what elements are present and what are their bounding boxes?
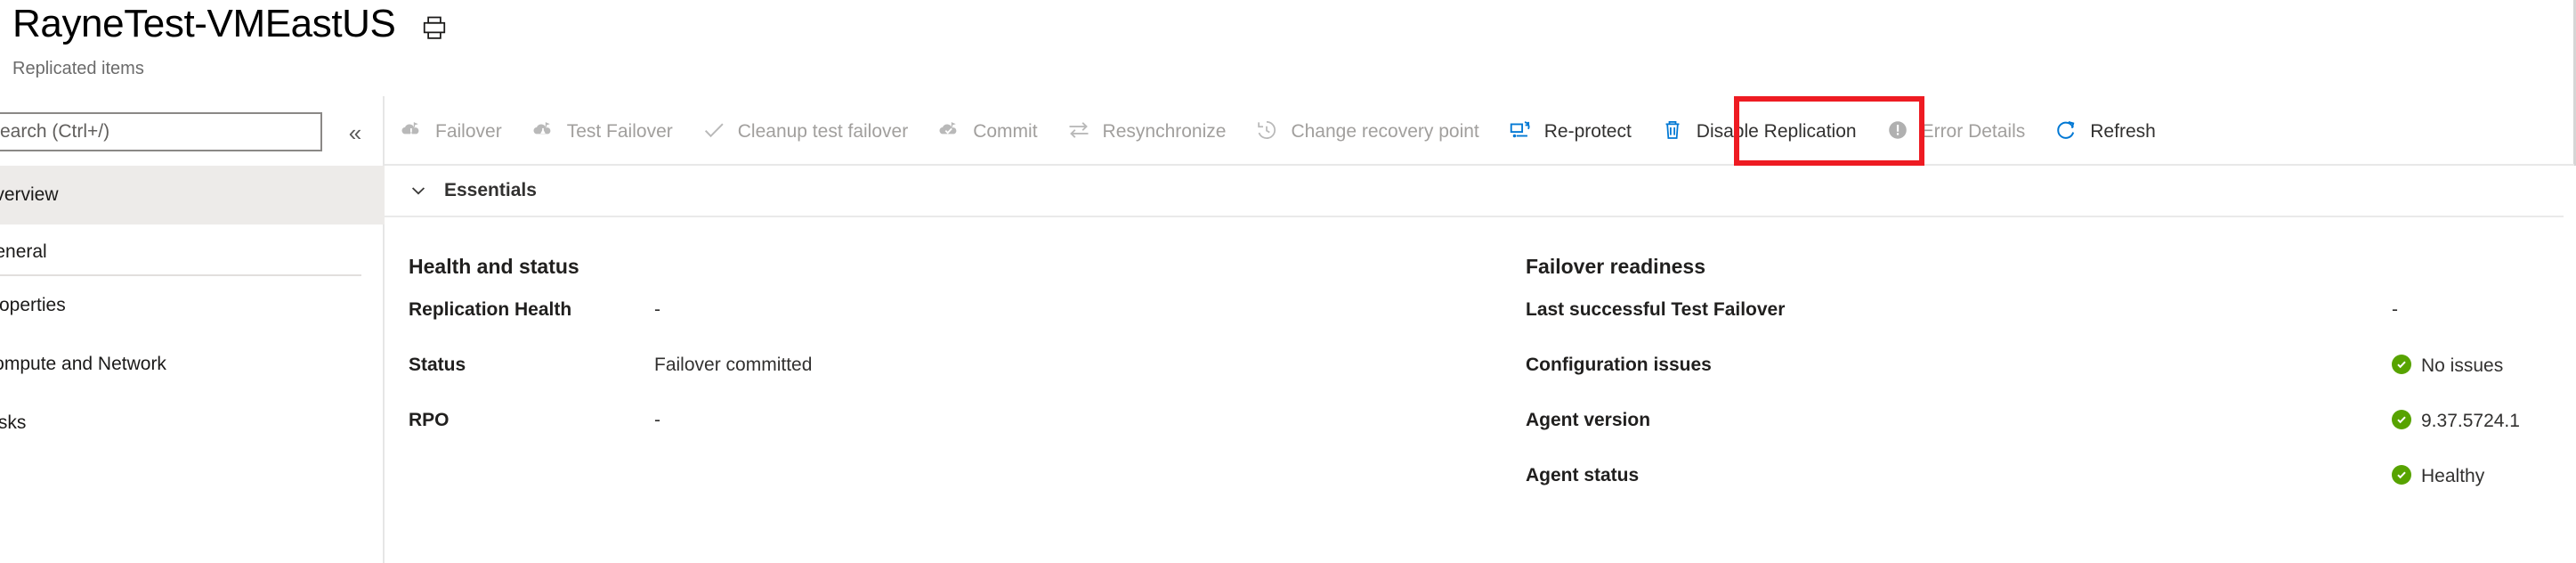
cleanup-test-failover-label: Cleanup test failover <box>737 120 909 142</box>
chevron-down-icon <box>407 179 430 202</box>
commit-icon <box>936 118 961 143</box>
trash-icon <box>1660 118 1685 143</box>
resynchronize-label: Resynchronize <box>1102 120 1227 142</box>
sidebar-item-overview[interactable]: Overview <box>0 166 385 224</box>
kv-value: - <box>2392 300 2398 319</box>
command-bar: Failover Test Failover Cleanup test fail… <box>385 96 2574 166</box>
kv-value-text: 9.37.5724.1 <box>2421 410 2520 431</box>
kv-row-last-successful-test-failover: Last successful Test Failover - <box>1502 300 2564 355</box>
sidebar-item-properties[interactable]: Properties <box>0 276 385 335</box>
commit-button[interactable]: Commit <box>922 105 1051 155</box>
resynchronize-button[interactable]: Resynchronize <box>1052 105 1241 155</box>
essentials-panel: Essentials Health and status Replication… <box>385 166 2576 563</box>
sidebar-item-label: Properties <box>0 295 66 315</box>
kv-row-configuration-issues: Configuration issues No issues <box>1502 355 2564 411</box>
commit-label: Commit <box>973 120 1038 142</box>
refresh-button[interactable]: Refresh <box>2039 105 2170 155</box>
blade-subtitle: Replicated items <box>12 59 144 78</box>
kv-value-text: Failover committed <box>654 355 813 375</box>
refresh-icon <box>2054 118 2078 143</box>
column-heading: Failover readiness <box>1526 255 1705 278</box>
column-heading: Health and status <box>409 255 579 278</box>
error-circle-icon <box>1885 118 1910 143</box>
kv-key: Replication Health <box>409 299 572 320</box>
kv-row-rpo: RPO - <box>385 411 1502 466</box>
checkmark-icon <box>701 118 726 143</box>
kv-key: Agent status <box>1526 465 1640 485</box>
health-and-status-column: Health and status Replication Health - S… <box>385 217 1502 466</box>
left-nav: « Overview General Properties Compute an… <box>0 96 385 563</box>
kv-key: Last successful Test Failover <box>1526 299 1786 320</box>
print-icon[interactable] <box>421 14 448 41</box>
error-details-label: Error Details <box>1921 120 2026 142</box>
kv-row-agent-status: Agent status Healthy <box>1502 465 2564 521</box>
re-protect-label: Re-protect <box>1543 120 1632 142</box>
re-protect-button[interactable]: Re-protect <box>1494 105 1646 155</box>
test-failover-icon <box>531 118 555 143</box>
essentials-title: Essentials <box>444 180 537 200</box>
blade-header: RayneTest-VMEastUS Replicated items <box>0 0 2576 96</box>
kv-value-text: Healthy <box>2421 465 2485 486</box>
status-ok-icon <box>2392 465 2411 485</box>
title-row: RayneTest-VMEastUS <box>12 4 448 44</box>
kv-value-text: No issues <box>2421 355 2504 376</box>
sidebar-item-label: Compute and Network <box>0 354 166 374</box>
test-failover-button[interactable]: Test Failover <box>516 105 687 155</box>
failover-readiness-column: Failover readiness Last successful Test … <box>1502 217 2564 521</box>
sidebar-section-label: General <box>0 241 47 262</box>
collapse-nav-button[interactable]: « <box>338 118 372 148</box>
clock-history-icon <box>1254 118 1279 143</box>
failover-button[interactable]: Failover <box>385 105 516 155</box>
kv-value: - <box>654 300 660 319</box>
kv-value: Healthy <box>2392 465 2485 486</box>
kv-value: 9.37.5724.1 <box>2392 410 2520 431</box>
disable-replication-button[interactable]: Disable Replication <box>1646 105 1871 155</box>
replicated-item-blade: RayneTest-VMEastUS Replicated items « Ov… <box>0 0 2576 563</box>
failover-readiness-list: Last successful Test Failover - Configur… <box>1502 300 2564 521</box>
refresh-label: Refresh <box>2090 120 2156 142</box>
kv-value: Failover committed <box>654 355 812 374</box>
kv-row-replication-health: Replication Health - <box>385 300 1502 355</box>
change-recovery-point-button[interactable]: Change recovery point <box>1240 105 1493 155</box>
search-row: « <box>0 112 385 155</box>
kv-value-text: - <box>2392 299 2398 320</box>
test-failover-label: Test Failover <box>566 120 673 142</box>
disable-replication-label: Disable Replication <box>1696 120 1857 142</box>
search-input[interactable] <box>0 112 322 151</box>
resynchronize-icon <box>1066 118 1091 143</box>
essentials-columns: Health and status Replication Health - S… <box>385 217 2576 563</box>
kv-value: No issues <box>2392 355 2503 375</box>
kv-key: Configuration issues <box>1526 355 1712 375</box>
kv-value-text: - <box>654 410 660 430</box>
failover-label: Failover <box>435 120 502 142</box>
cleanup-test-failover-button[interactable]: Cleanup test failover <box>687 105 922 155</box>
change-recovery-point-label: Change recovery point <box>1291 120 1479 142</box>
page-title: RayneTest-VMEastUS <box>12 2 396 45</box>
re-protect-icon <box>1508 118 1533 143</box>
kv-key: Agent version <box>1526 410 1651 430</box>
error-details-button[interactable]: Error Details <box>1871 105 2040 155</box>
kv-key: Status <box>409 355 466 375</box>
sidebar-item-label: Disks <box>0 412 27 433</box>
health-and-status-list: Replication Health - Status Failover com… <box>385 300 1502 466</box>
nav-list: Overview General Properties Compute and … <box>0 166 385 453</box>
kv-value: - <box>654 411 660 429</box>
sidebar-section-general: General <box>0 224 385 274</box>
essentials-toggle[interactable]: Essentials <box>385 166 2564 217</box>
failover-icon <box>399 118 424 143</box>
sidebar-item-disks[interactable]: Disks <box>0 394 385 453</box>
kv-key: RPO <box>409 410 450 430</box>
sidebar-item-compute-and-network[interactable]: Compute and Network <box>0 335 385 394</box>
kv-value-text: - <box>654 299 660 320</box>
kv-row-status: Status Failover committed <box>385 355 1502 411</box>
status-ok-icon <box>2392 410 2411 429</box>
kv-row-agent-version: Agent version 9.37.5724.1 <box>1502 410 2564 466</box>
sidebar-item-label: Overview <box>0 184 59 205</box>
status-ok-icon <box>2392 355 2411 374</box>
